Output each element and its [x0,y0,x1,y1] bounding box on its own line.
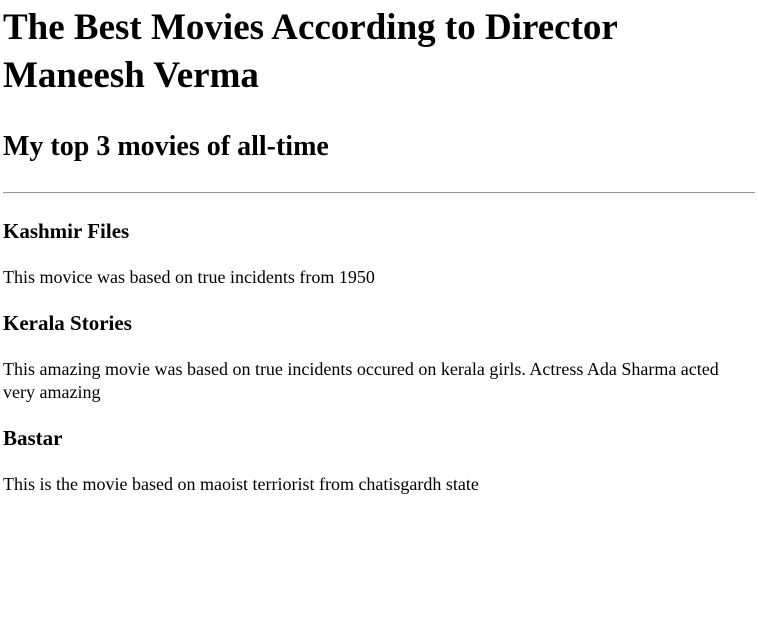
divider [3,192,755,194]
movie-description: This amazing movie was based on true inc… [3,359,719,402]
movie-entry: Kerala Stories This amazing movie was ba… [3,310,755,404]
movie-title: Kashmir Files [3,219,130,243]
movie-entry: Kashmir Files This movice was based on t… [3,218,755,289]
movie-description: This is the movie based on maoist terrio… [3,474,479,494]
movie-title: Bastar [3,426,63,450]
page-title: The Best Movies According to Director Ma… [3,7,618,96]
movie-entry: Bastar This is the movie based on maoist… [3,425,755,496]
page-subtitle: My top 3 movies of all-time [3,131,329,162]
movie-list: Kashmir Files This movice was based on t… [3,218,755,496]
movie-description: This movice was based on true incidents … [3,267,375,287]
movie-title: Kerala Stories [3,311,132,335]
